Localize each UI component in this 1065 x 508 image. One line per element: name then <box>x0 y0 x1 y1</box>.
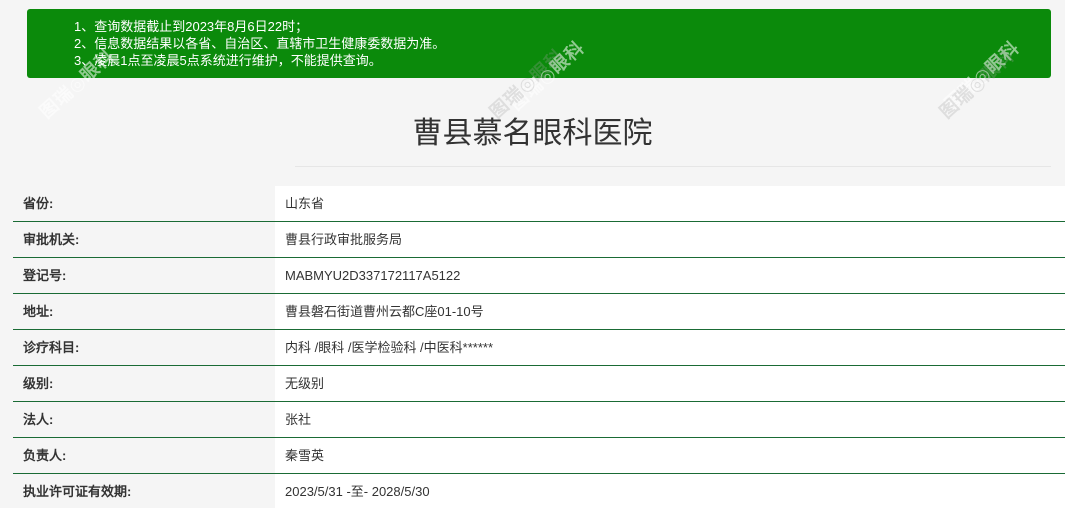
info-value: 秦雪英 <box>275 438 1065 473</box>
info-label: 诊疗科目: <box>13 330 275 365</box>
info-label: 执业许可证有效期: <box>13 474 275 508</box>
info-value: 曹县磐石街道曹州云都C座01-10号 <box>275 294 1065 329</box>
info-value: 山东省 <box>275 186 1065 221</box>
notice-line-1: 1、查询数据截止到2023年8月6日22时； <box>74 19 309 34</box>
info-value: 无级别 <box>275 366 1065 401</box>
info-value: MABMYU2D337172117A5122 <box>275 258 1065 293</box>
hospital-info-table: 省份: 山东省 审批机关: 曹县行政审批服务局 登记号: MABMYU2D337… <box>13 186 1065 508</box>
info-row-address: 地址: 曹县磐石街道曹州云都C座01-10号 <box>13 294 1065 330</box>
hospital-name: 曹县慕名眼科医院 <box>412 117 653 150</box>
info-label: 登记号: <box>13 258 275 293</box>
title-divider <box>295 166 1051 167</box>
info-value: 张社 <box>275 402 1065 437</box>
notice-line-2: 2、信息数据结果以各省、自治区、直辖市卫生健康委数据为准。 <box>74 36 446 51</box>
info-row-legal-person: 法人: 张社 <box>13 402 1065 438</box>
info-row-province: 省份: 山东省 <box>13 186 1065 222</box>
info-row-license-validity: 执业许可证有效期: 2023/5/31 -至- 2028/5/30 <box>13 474 1065 508</box>
notice-banner: 1、查询数据截止到2023年8月6日22时； 2、信息数据结果以各省、自治区、直… <box>27 9 1051 78</box>
notice-line-3: 3、凌晨1点至凌晨5点系统进行维护，不能提供查询。 <box>74 53 382 68</box>
info-row-departments: 诊疗科目: 内科 /眼科 /医学检验科 /中医科****** <box>13 330 1065 366</box>
info-label: 省份: <box>13 186 275 221</box>
info-value: 2023/5/31 -至- 2028/5/30 <box>275 474 1065 508</box>
info-row-person-in-charge: 负责人: 秦雪英 <box>13 438 1065 474</box>
info-label: 地址: <box>13 294 275 329</box>
info-row-approval-authority: 审批机关: 曹县行政审批服务局 <box>13 222 1065 258</box>
info-row-level: 级别: 无级别 <box>13 366 1065 402</box>
info-label: 审批机关: <box>13 222 275 257</box>
info-value: 曹县行政审批服务局 <box>275 222 1065 257</box>
info-label: 负责人: <box>13 438 275 473</box>
info-value: 内科 /眼科 /医学检验科 /中医科****** <box>275 330 1065 365</box>
info-label: 级别: <box>13 366 275 401</box>
info-row-registration-number: 登记号: MABMYU2D337172117A5122 <box>13 258 1065 294</box>
info-label: 法人: <box>13 402 275 437</box>
